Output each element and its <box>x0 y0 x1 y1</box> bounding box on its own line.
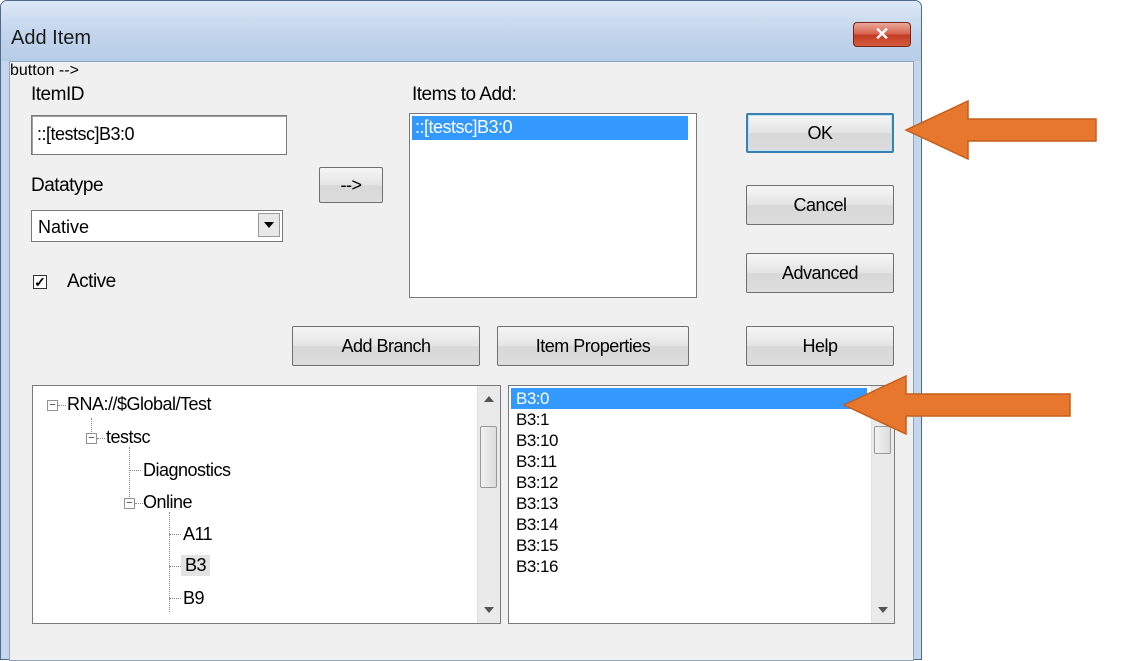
add-to-list-button[interactable]: --> <box>319 167 383 203</box>
item-list-rows: B3:0 B3:1 B3:10 B3:11 B3:12 B3:13 B3:14 … <box>511 388 867 577</box>
scroll-down-icon[interactable] <box>484 607 494 613</box>
list-item[interactable]: B3:1 <box>511 409 867 430</box>
tree-node-b9[interactable]: B9 <box>183 588 205 609</box>
tree-connector <box>169 534 181 535</box>
tree-scrollbar[interactable] <box>477 386 500 623</box>
itemid-field[interactable]: ::[testsc]B3:0 <box>31 115 287 155</box>
scroll-thumb[interactable] <box>480 426 497 488</box>
close-button[interactable]: ✕ <box>853 22 911 47</box>
list-item[interactable]: B3:14 <box>511 514 867 535</box>
active-label: Active <box>67 271 116 292</box>
tree-node-a11[interactable]: A11 <box>183 524 213 545</box>
check-icon: ✓ <box>34 274 46 290</box>
dialog-title: Add Item <box>11 27 92 49</box>
tree-connector <box>169 598 181 599</box>
tree-node-online[interactable]: Online <box>143 492 193 513</box>
list-item[interactable]: B3:13 <box>511 493 867 514</box>
tree-connector <box>58 405 66 406</box>
close-icon: ✕ <box>874 24 890 44</box>
datatype-label: Datatype <box>31 175 104 196</box>
datatype-select[interactable]: Native <box>31 210 283 242</box>
add-branch-button[interactable]: Add Branch <box>292 326 480 366</box>
collapse-icon[interactable]: − <box>124 498 135 509</box>
annotation-arrow-icon <box>904 99 1097 161</box>
list-item[interactable]: ::[testsc]B3:0 <box>412 116 688 140</box>
scroll-up-icon[interactable] <box>484 396 494 402</box>
help-button[interactable]: Help <box>746 326 894 366</box>
tree-connector <box>169 566 181 567</box>
list-item[interactable]: B3:16 <box>511 556 867 577</box>
tree-connector <box>169 512 170 612</box>
collapse-icon[interactable]: − <box>86 433 97 444</box>
tree-connector <box>97 438 105 439</box>
itemid-value: ::[testsc]B3:0 <box>37 124 135 144</box>
branch-tree[interactable]: − RNA://$Global/Test − testsc Diagnostic… <box>32 385 501 624</box>
cancel-button[interactable]: Cancel <box>746 185 894 225</box>
item-properties-button[interactable]: Item Properties <box>497 326 689 366</box>
items-to-add-label: Items to Add: <box>412 84 517 105</box>
annotation-arrow-icon <box>842 374 1071 436</box>
itemid-label: ItemID <box>31 84 84 105</box>
datatype-value: Native <box>38 217 90 237</box>
item-list[interactable]: B3:0 B3:1 B3:10 B3:11 B3:12 B3:13 B3:14 … <box>508 385 895 624</box>
active-checkbox[interactable]: ✓ <box>33 275 47 289</box>
add-item-dialog: Add Item ✕ ItemID ::[testsc]B3:0 Datatyp… <box>0 0 922 661</box>
dropdown-button[interactable] <box>258 213 280 237</box>
tree-node-diagnostics[interactable]: Diagnostics <box>143 460 231 481</box>
list-item[interactable]: B3:11 <box>511 451 867 472</box>
chevron-down-icon <box>264 222 274 228</box>
list-item[interactable]: B3:12 <box>511 472 867 493</box>
dialog-client-area: ItemID ::[testsc]B3:0 Datatype Native ✓ … <box>9 61 914 661</box>
collapse-icon[interactable]: − <box>47 400 58 411</box>
list-item[interactable]: B3:15 <box>511 535 867 556</box>
tree-node-root[interactable]: RNA://$Global/Test <box>67 394 212 415</box>
scroll-down-icon[interactable] <box>878 607 888 613</box>
items-to-add-list[interactable]: ::[testsc]B3:0 <box>409 113 697 298</box>
list-item[interactable]: B3:10 <box>511 430 867 451</box>
tree-connector <box>135 503 143 504</box>
list-item[interactable]: B3:0 <box>511 388 867 409</box>
ok-button[interactable]: OK <box>746 113 894 153</box>
title-bar[interactable]: Add Item ✕ <box>1 1 921 61</box>
tree-connector <box>129 470 141 471</box>
tree-node-testsc[interactable]: testsc <box>106 427 151 448</box>
advanced-button[interactable]: Advanced <box>746 253 894 293</box>
tree-node-b3[interactable]: B3 <box>181 555 211 576</box>
